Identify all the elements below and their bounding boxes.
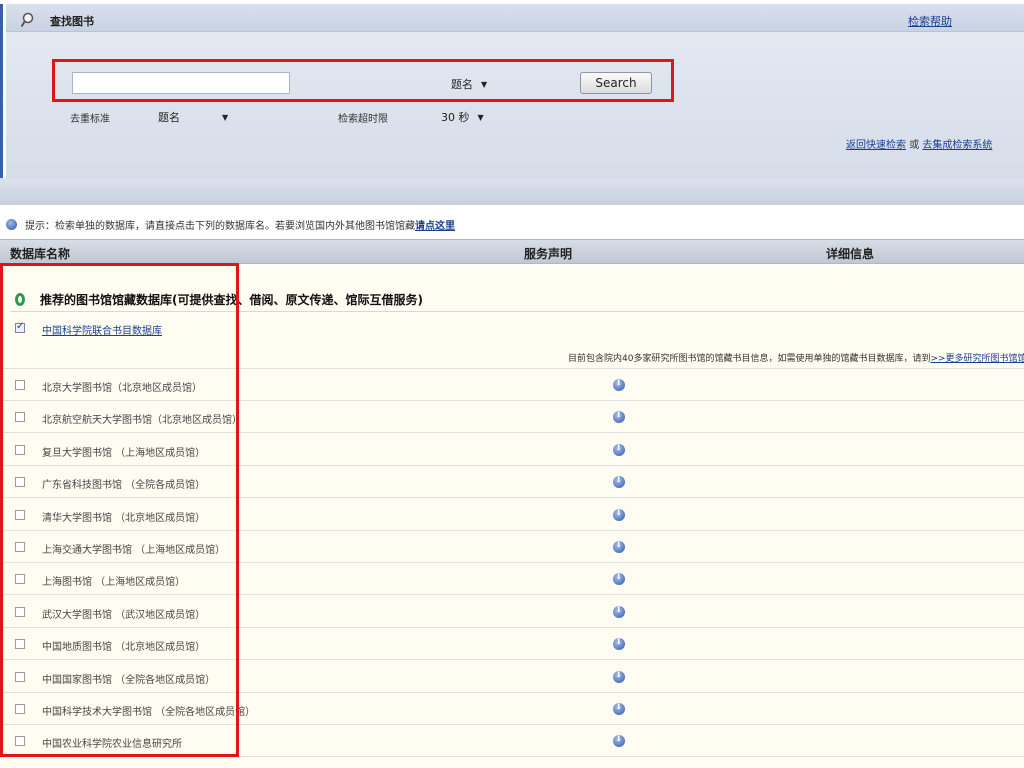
info-icon[interactable]	[613, 605, 625, 618]
info-icon[interactable]	[613, 637, 625, 651]
browse-other-link[interactable]: 请点这里	[415, 217, 455, 232]
chevron-down-icon: ▼	[222, 112, 229, 122]
info-icon[interactable]	[613, 475, 625, 489]
chevron-down-icon: ▼	[477, 112, 484, 122]
panel-body	[6, 32, 1024, 178]
info-icon[interactable]	[613, 410, 625, 424]
tip-text: 提示：检索单独的数据库，请直接点击下列的数据库名。若要浏览国内外其他图书馆馆藏	[25, 221, 415, 232]
column-header-name: 数据库名称	[10, 247, 71, 261]
info-icon[interactable]	[613, 572, 625, 586]
timeout-value: 30 秒	[441, 111, 470, 124]
panel-footer	[0, 178, 1024, 205]
page-title: 查找图书	[50, 15, 94, 28]
dedup-label: 去重标准	[70, 114, 110, 125]
more-libraries-link[interactable]: >>更多研究所图书馆馆藏	[930, 354, 1024, 364]
info-icon[interactable]	[613, 540, 625, 553]
left-accent-bar	[0, 4, 3, 205]
tip-bar: 提示：检索单独的数据库，请直接点击下列的数据库名。若要浏览国内外其他图书馆馆藏 …	[6, 217, 455, 232]
search-highlight-box	[52, 59, 674, 102]
quick-search-link[interactable]: 返回快速检索	[846, 140, 906, 151]
timeout-select[interactable]: 30 秒 ▼	[441, 108, 484, 126]
info-icon[interactable]	[613, 670, 625, 683]
info-icon[interactable]	[613, 734, 625, 748]
info-icon[interactable]	[613, 508, 625, 521]
info-icon[interactable]	[613, 443, 625, 456]
column-header-detail: 详细信息	[826, 247, 875, 261]
description-text: 目前包含院内40多家研究所图书馆的馆藏书目信息，如需使用单独的馆藏书目数据库，请…	[568, 351, 1024, 364]
table-header: 数据库名称 服务声明 详细信息	[0, 239, 1024, 264]
description-body: 目前包含院内40多家研究所图书馆的馆藏书目信息，如需使用单独的馆藏书目数据库，请…	[568, 354, 931, 364]
info-icon	[6, 219, 17, 230]
integrated-search-link[interactable]: 去集成检索系统	[922, 140, 992, 151]
search-help-link[interactable]: 检索帮助	[908, 13, 952, 29]
panel-header	[6, 4, 1024, 32]
info-icon[interactable]	[613, 378, 625, 391]
or-text: 或	[909, 140, 920, 151]
search-icon	[20, 12, 34, 28]
dedup-value: 题名	[158, 111, 180, 124]
timeout-label: 检索超时限	[338, 114, 388, 125]
column-header-service: 服务声明	[524, 247, 573, 261]
list-highlight-box	[0, 263, 239, 757]
search-panel: 查找图书 检索帮助 题名 ▼ Search 去重标准 题名 ▼ 检索超时限 30…	[0, 0, 1024, 205]
info-icon[interactable]	[613, 702, 625, 715]
dedup-select[interactable]: 题名 ▼	[158, 108, 228, 126]
navigation-links: 返回快速检索 或 去集成检索系统	[846, 136, 992, 151]
